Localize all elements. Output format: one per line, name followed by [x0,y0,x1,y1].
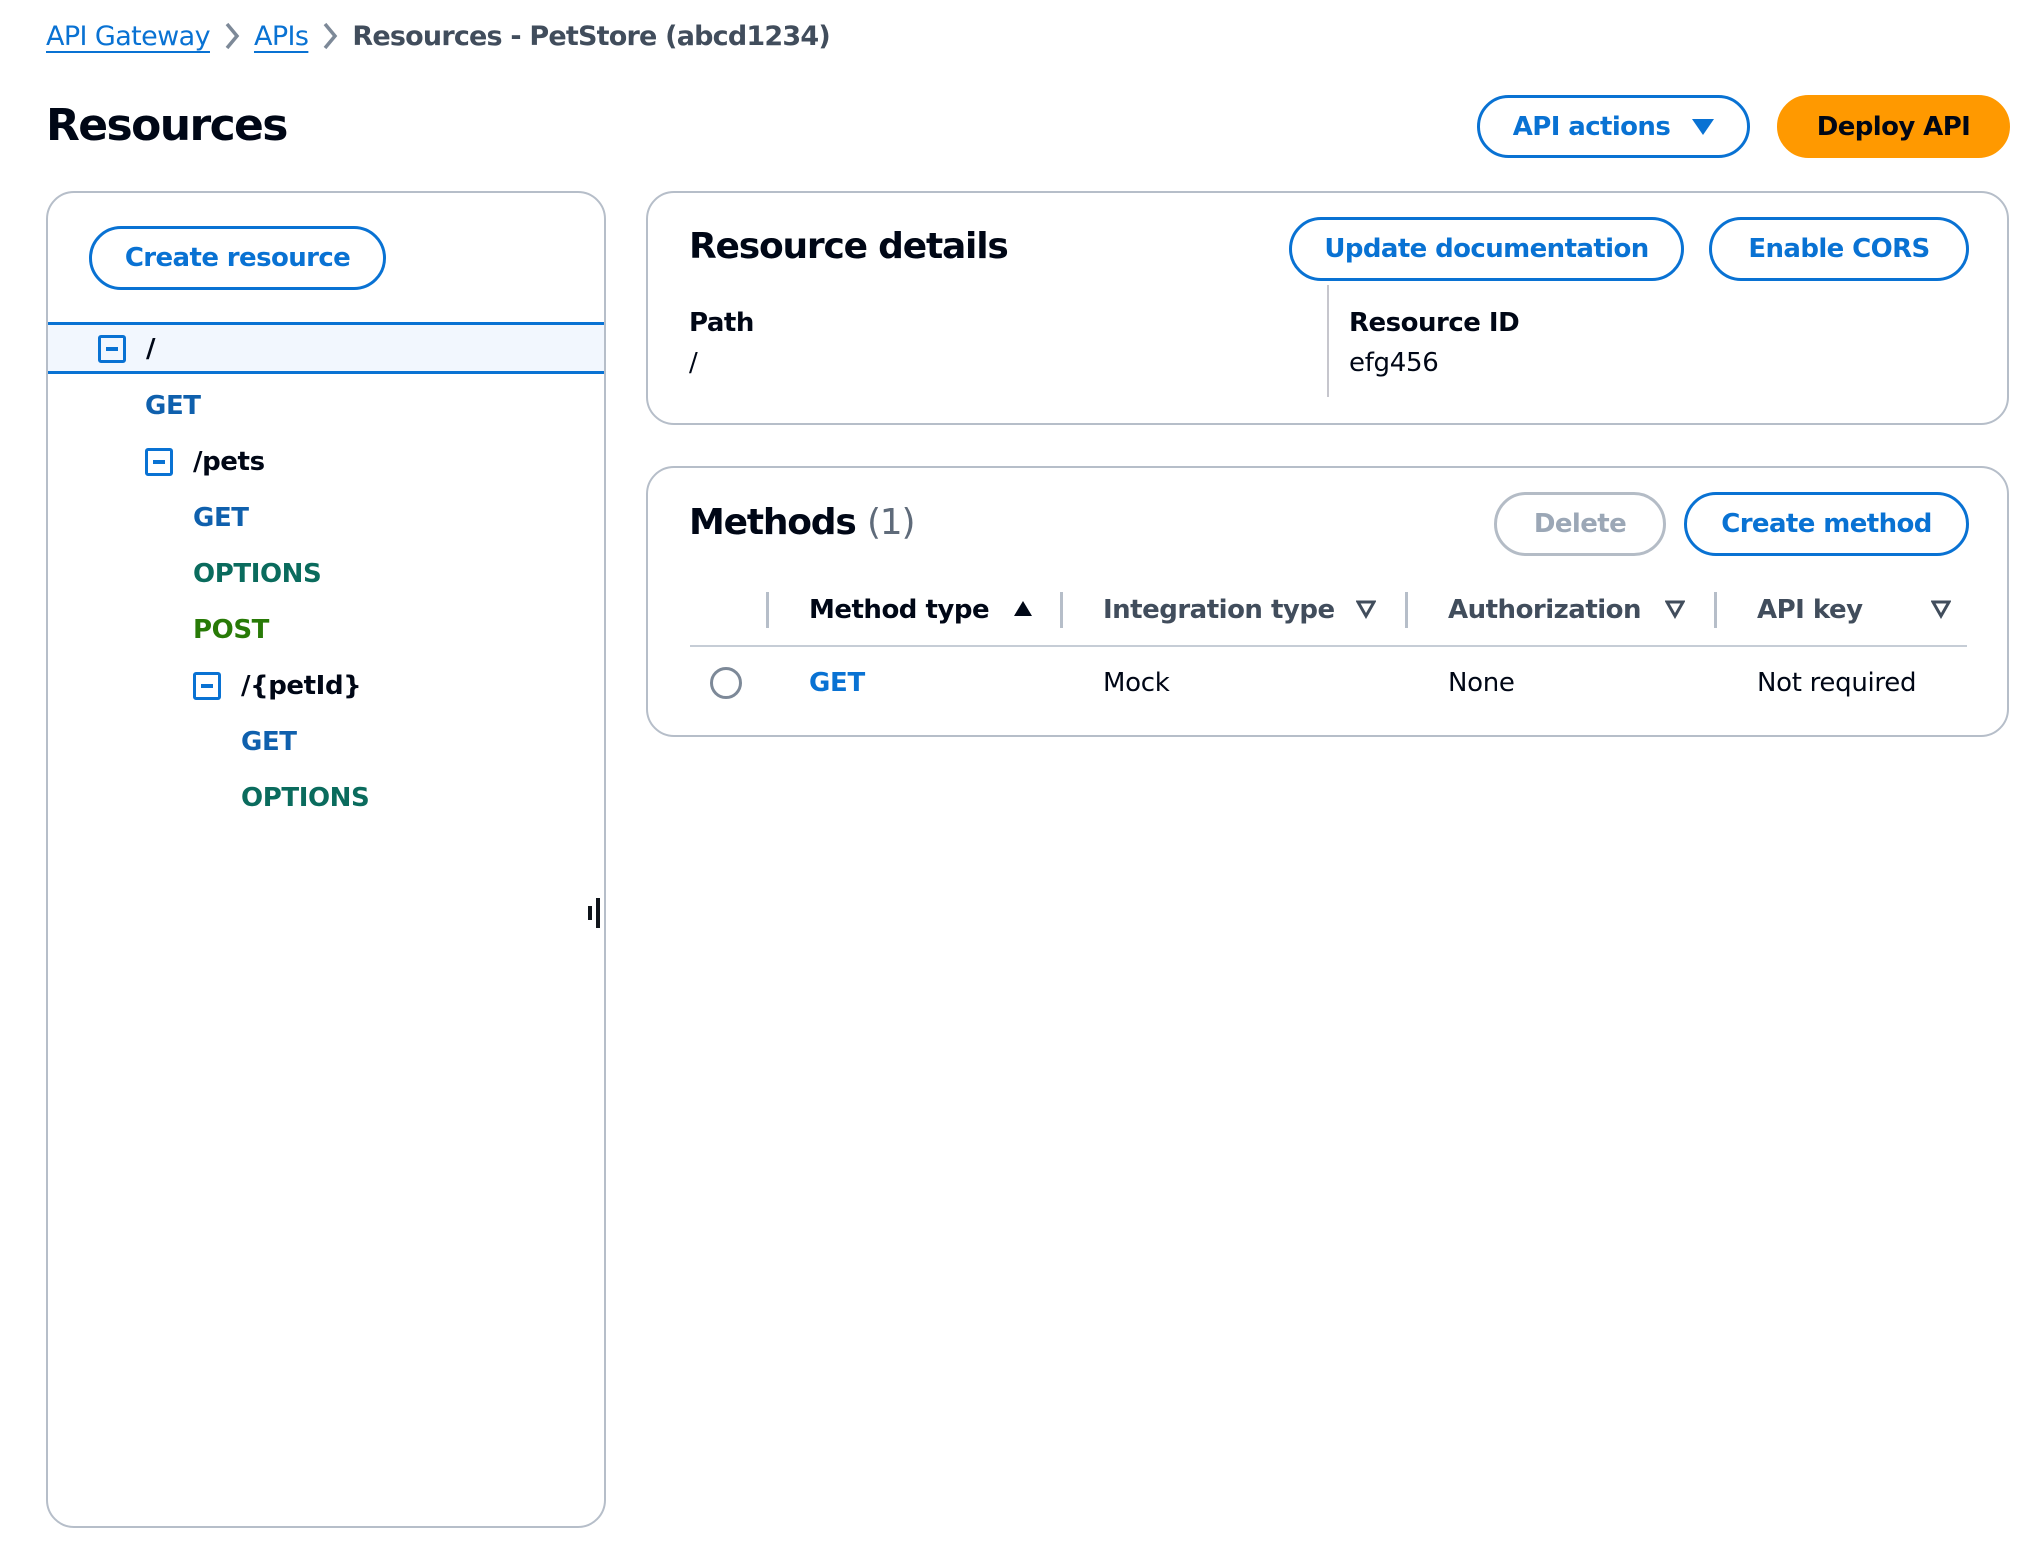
cell-method-type[interactable]: GET [809,661,865,705]
column-resizer[interactable] [1714,592,1717,628]
sort-unsorted-icon[interactable] [1930,599,1952,620]
tree-method-pets-post[interactable]: POST [193,608,269,652]
tree-node-pets[interactable]: /pets [145,440,265,484]
sort-unsorted-icon[interactable] [1355,599,1377,620]
path-label: Path [689,308,754,338]
api-actions-dropdown[interactable]: API actions [1477,95,1750,158]
chevron-right-icon [210,21,254,51]
resource-tree-panel: Create resource / GET /pets GET OPTIONS … [46,191,606,1528]
cell-api-key: Not required [1757,668,1917,698]
table-header-divider [690,645,1967,647]
resource-id-value: efg456 [1349,348,1439,378]
resource-details-panel: Resource details Update documentation En… [646,191,2009,425]
caret-down-icon [1692,118,1715,135]
delete-method-button[interactable]: Delete [1494,492,1666,556]
collapse-icon[interactable] [98,335,126,363]
tree-method-pets-get[interactable]: GET [193,496,249,540]
deploy-api-button[interactable]: Deploy API [1777,95,2010,158]
tree-method-petid-get[interactable]: GET [241,720,297,764]
tree-method-pets-options[interactable]: OPTIONS [193,552,322,596]
api-actions-label: API actions [1512,111,1671,142]
resource-id-label: Resource ID [1349,308,1520,338]
breadcrumb-current: Resources - PetStore (abcd1234) [352,20,830,52]
create-method-button[interactable]: Create method [1684,492,1969,556]
methods-title: Methods (1) [689,502,916,543]
breadcrumb-api-gateway[interactable]: API Gateway [46,21,211,52]
enable-cors-button[interactable]: Enable CORS [1709,217,1969,281]
tree-node-petid[interactable]: /{petId} [193,664,362,708]
resource-details-title: Resource details [689,226,1009,267]
collapse-icon[interactable] [193,672,221,700]
tree-node-label: /{petId} [241,671,362,701]
breadcrumb-apis[interactable]: APIs [254,21,309,52]
page-title: Resources [46,100,288,151]
breadcrumb: API Gateway APIs Resources - PetStore (a… [46,14,831,58]
column-header-integration-type[interactable]: Integration type [1103,585,1335,635]
create-resource-button[interactable]: Create resource [89,226,386,290]
column-resizer[interactable] [766,592,769,628]
sort-ascending-icon[interactable] [1013,599,1033,619]
column-resizer[interactable] [1405,592,1408,628]
column-header-method-type[interactable]: Method type [809,585,990,635]
column-resizer[interactable] [1060,592,1063,628]
tree-node-label: / [146,334,156,364]
tree-method-petid-options[interactable]: OPTIONS [241,776,370,820]
path-value: / [689,348,698,378]
update-documentation-button[interactable]: Update documentation [1289,217,1684,281]
cell-integration-type: Mock [1103,668,1170,698]
column-header-api-key[interactable]: API key [1757,585,1863,635]
tree-node-label: /pets [193,447,265,477]
tree-method-root-get[interactable]: GET [145,384,201,428]
row-select-radio[interactable] [710,667,742,699]
collapse-icon[interactable] [145,448,173,476]
methods-count: (1) [866,502,916,543]
chevron-right-icon [308,21,352,51]
tree-node-root[interactable]: / [98,327,156,371]
panel-resize-handle[interactable] [588,898,602,930]
column-divider [1327,285,1329,397]
methods-panel: Methods (1) Delete Create method Method … [646,466,2009,737]
methods-title-text: Methods [689,502,857,543]
cell-authorization: None [1448,668,1515,698]
column-header-authorization[interactable]: Authorization [1448,585,1642,635]
sort-unsorted-icon[interactable] [1664,599,1686,620]
